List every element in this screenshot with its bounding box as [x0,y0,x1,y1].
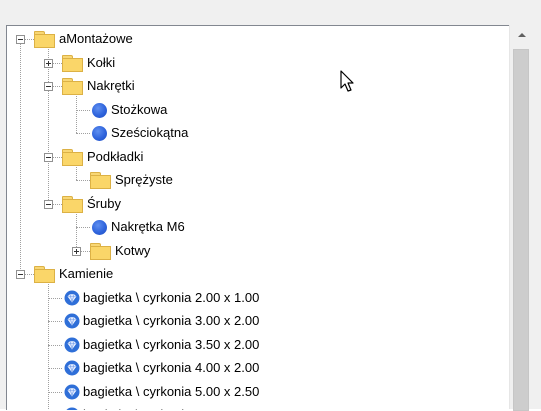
tree-node[interactable]: Kotwy [7,240,507,262]
tree-connector [76,109,90,111]
tree-node[interactable]: Nakrętka M6 [7,216,507,238]
folder-icon [34,31,55,48]
tree-connector [76,133,90,134]
tree-node[interactable]: Śruby [7,193,507,215]
tree-view[interactable]: aMontażowe Kołki Nakrętki Stożkowa Sześcioką… [6,25,510,410]
scroll-thumb[interactable] [513,49,529,411]
tree-node[interactable]: bagietka \ cyrkonia 3.50 x 2.00 [7,334,507,356]
tree-node[interactable]: bagietka \ cyrkonia 3.00 x 2.00 [7,310,507,332]
folder-icon [34,266,55,283]
folder-icon [62,78,83,95]
tree-node-label: bagietka \ cyrkonia 2.00 x 1.00 [83,289,260,305]
tree-node-label: Podkładki [87,148,144,164]
collapse-icon[interactable] [44,199,53,209]
tree-node[interactable]: Sześciokątna [7,122,507,144]
tree-node[interactable]: Stożkowa [7,99,507,121]
blue-dot-icon [92,102,107,118]
tree-node[interactable]: Podkładki [7,146,507,168]
tree-node-label: Śruby [87,195,121,211]
tree-node[interactable]: bagietka \ cyrkonia 6.00 x 3.00 [7,404,507,410]
tree-node-label: bagietka \ cyrkonia 5.00 x 2.50 [83,383,260,399]
tree-node-label: Sprężyste [115,172,173,187]
tree-connector [48,321,62,322]
collapse-icon[interactable] [44,82,53,91]
tree-connector [48,344,62,346]
tree-node[interactable]: bagietka \ cyrkonia 2.00 x 1.00 [7,287,507,309]
tree-node[interactable]: bagietka \ cyrkonia 5.00 x 2.50 [7,381,507,403]
diamond-icon [64,384,80,399]
blue-dot-icon [92,126,107,141]
tree-node-label: bagietka \ cyrkonia 3.50 x 2.00 [83,336,260,352]
diamond-icon [64,313,80,329]
expand-icon[interactable] [44,58,53,68]
tree-node-label: Nakrętki [87,78,135,93]
tree-connector [76,227,90,228]
tree-node-label: Sześciokątna [111,125,189,140]
diamond-icon [64,290,80,305]
tree-connector [48,297,62,299]
folder-icon [62,54,83,72]
tree-node-label: Kołki [87,54,116,70]
mouse-pointer-icon [340,70,354,92]
tree-node[interactable]: aMontażowe [7,28,507,50]
collapse-icon[interactable] [16,35,25,44]
folder-icon [62,195,83,213]
tree-node-label: Kotwy [115,242,151,258]
tree-connector [76,180,90,181]
folder-icon [90,242,111,260]
tree-node-label: Nakrętka M6 [111,219,185,234]
tree-node-label: Stożkowa [111,101,168,117]
tree-node-label: bagietka \ cyrkonia 4.00 x 2.00 [83,360,260,375]
expand-icon[interactable] [72,246,81,256]
tree-node[interactable]: bagietka \ cyrkonia 4.00 x 2.00 [7,357,507,379]
folder-icon [62,148,83,166]
collapse-icon[interactable] [44,152,53,162]
tree-node[interactable]: Nakrętki [7,75,507,97]
diamond-icon [64,360,80,376]
tree-connector [48,391,62,393]
tree-node-label: bagietka \ cyrkonia 3.00 x 2.00 [83,313,260,328]
tree-window: aMontażowe Kołki Nakrętki Stożkowa Sześcioką… [0,0,541,411]
diamond-icon [64,337,80,352]
tree-node-label: Kamienie [59,266,114,281]
scroll-up-button[interactable] [510,25,533,45]
tree-node[interactable]: Kamienie [7,263,507,285]
collapse-icon[interactable] [16,270,25,279]
tree-node-label: aMontażowe [59,31,133,46]
folder-icon [90,172,111,189]
vertical-scrollbar[interactable] [509,25,533,411]
tree-node[interactable]: Sprężyste [7,169,507,191]
window-gutter [532,25,541,409]
tree-connector [48,368,62,369]
tree-node[interactable]: Kołki [7,52,507,74]
blue-dot-icon [92,220,107,235]
